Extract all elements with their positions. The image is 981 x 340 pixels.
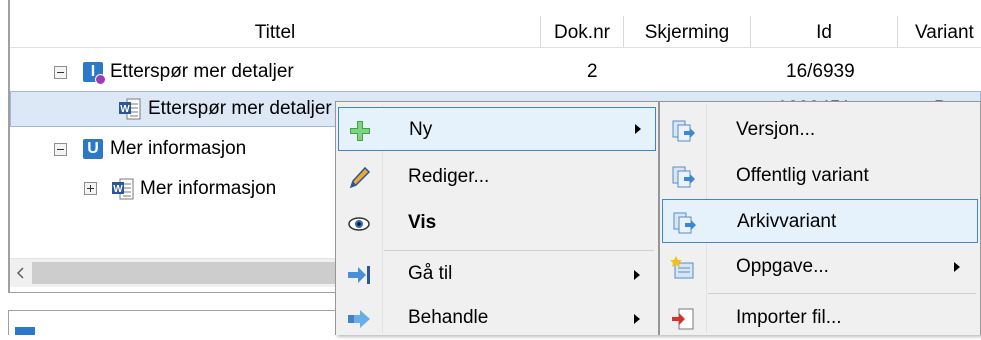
expand-toggle[interactable] [84, 182, 97, 195]
outbound-letter-icon: U [83, 139, 103, 159]
pencil-icon [349, 166, 371, 189]
row-title: Etterspør mer detaljer [148, 98, 332, 119]
submenu-arrow-icon [634, 314, 640, 324]
document-copy-icon [672, 120, 695, 142]
menu-item-label: Ny [409, 119, 433, 140]
menu-item-label: Versjon... [736, 119, 816, 140]
menu-item-label: Behandle [408, 307, 489, 328]
menu-separator [708, 293, 976, 294]
tree-row[interactable]: I Etterspør mer detaljer 2 16/6939 [10, 54, 981, 91]
task-icon [670, 256, 694, 279]
secondary-panel [8, 310, 340, 335]
submenu-item-arkivvariant[interactable]: Arkivvariant [662, 199, 978, 243]
menu-item-vis[interactable]: Vis [338, 201, 656, 245]
context-menu: Ny Rediger... Vis Gå til Behandle [335, 101, 659, 335]
add-plus-icon [350, 121, 370, 141]
submenu-arrow-icon [634, 270, 640, 280]
menu-item-label: Arkivvariant [737, 211, 837, 232]
word-document-icon: W [119, 98, 141, 120]
menu-item-label: Offentlig variant [736, 165, 869, 186]
menu-item-rediger[interactable]: Rediger... [338, 155, 656, 199]
submenu-arrow-icon [954, 262, 960, 272]
goto-arrow-icon [348, 266, 370, 284]
menu-item-behandle[interactable]: Behandle [338, 296, 656, 340]
menu-item-ga-til[interactable]: Gå til [338, 252, 656, 296]
eye-icon [348, 217, 370, 231]
collapse-toggle[interactable] [54, 143, 67, 156]
process-arrow-icon [348, 310, 370, 328]
svg-text:W: W [113, 184, 123, 195]
column-header-row: Tittel Dok.nr Skjerming Id Variant [10, 0, 981, 48]
row-title: Etterspør mer detaljer [110, 61, 294, 82]
horizontal-scrollbar[interactable] [10, 258, 342, 287]
submenu-arrow-icon [635, 124, 641, 134]
scroll-left-arrow-icon[interactable] [16, 267, 26, 279]
submenu-item-versjon[interactable]: Versjon... [662, 108, 978, 152]
submenu-item-offentlig-variant[interactable]: Offentlig variant [662, 154, 978, 198]
inbound-letter-icon: I [83, 62, 106, 85]
scrollbar-thumb[interactable] [32, 262, 342, 284]
menu-item-label: Oppgave... [736, 256, 829, 277]
submenu-item-oppgave[interactable]: Oppgave... [662, 245, 978, 289]
submenu-item-importer-fil[interactable]: Importer fil... [662, 296, 978, 340]
row-title: Mer informasjon [110, 138, 247, 159]
menu-item-label: Vis [408, 212, 437, 233]
column-header-id[interactable]: Id [751, 0, 897, 47]
document-copy-icon [672, 166, 695, 188]
row-id: 16/6939 [786, 61, 855, 82]
menu-item-ny[interactable]: Ny [338, 107, 656, 151]
import-file-icon [672, 308, 694, 330]
document-copy-icon [673, 212, 696, 234]
row-doknr: 2 [587, 61, 598, 82]
menu-item-label: Importer fil... [736, 307, 842, 328]
column-header-title[interactable]: Tittel [10, 0, 540, 47]
word-document-icon: W [112, 178, 134, 200]
column-header-doknr[interactable]: Dok.nr [541, 0, 623, 47]
collapse-toggle[interactable] [54, 66, 67, 79]
submenu-ny: Versjon... Offentlig variant Arkivvarian… [659, 101, 981, 335]
column-header-skjerming[interactable]: Skjerming [624, 0, 750, 47]
menu-item-label: Rediger... [408, 166, 490, 187]
column-header-variant[interactable]: Variant [898, 0, 981, 47]
row-title: Mer informasjon [140, 178, 277, 199]
menu-separator [384, 250, 654, 251]
menu-item-label: Gå til [408, 263, 453, 284]
svg-text:W: W [120, 104, 130, 115]
